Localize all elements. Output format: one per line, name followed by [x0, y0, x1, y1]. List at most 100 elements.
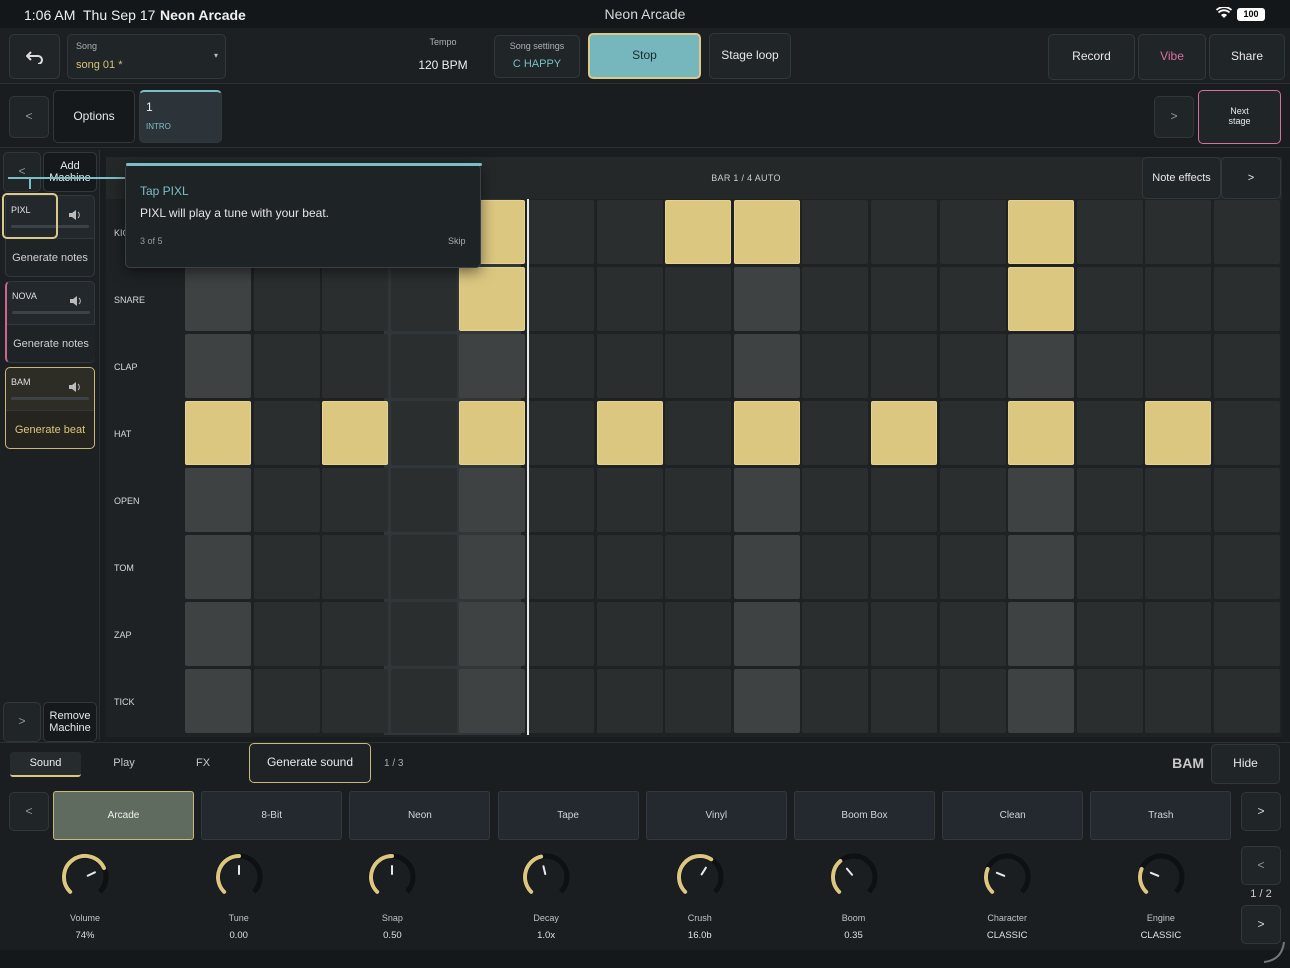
preset-trash[interactable]: Trash — [1090, 791, 1232, 840]
step-snare-14[interactable] — [1076, 267, 1143, 331]
step-snare-13[interactable] — [1008, 267, 1075, 331]
step-zap-6[interactable] — [528, 602, 594, 666]
step-tom-6[interactable] — [528, 535, 594, 599]
grid-next-button[interactable]: > — [1221, 157, 1281, 199]
step-kick-15[interactable] — [1145, 200, 1212, 264]
step-open-7[interactable] — [596, 468, 663, 532]
machine-nova[interactable]: NOVA Generate notes — [5, 281, 95, 363]
tab-play[interactable]: Play — [94, 752, 154, 777]
step-zap-4[interactable] — [390, 602, 457, 666]
preset-neon[interactable]: Neon — [349, 791, 491, 840]
step-tick-15[interactable] — [1145, 669, 1212, 733]
step-clap-3[interactable] — [322, 334, 389, 398]
speaker-icon[interactable] — [69, 294, 83, 312]
step-clap-8[interactable] — [665, 334, 732, 398]
presets-next-button[interactable]: > — [1241, 792, 1281, 831]
knob-boom[interactable] — [829, 852, 879, 902]
step-hat-11[interactable] — [871, 401, 937, 465]
step-clap-5[interactable] — [459, 334, 526, 398]
presets-prev-button[interactable]: < — [9, 792, 49, 831]
step-tick-2[interactable] — [253, 669, 320, 733]
sidebar-prev-button[interactable]: < — [3, 152, 41, 192]
step-clap-10[interactable] — [802, 334, 869, 398]
step-open-3[interactable] — [322, 468, 389, 532]
knob-snap[interactable] — [367, 852, 417, 902]
step-zap-11[interactable] — [871, 602, 937, 666]
volume-bar[interactable] — [12, 311, 90, 314]
tab-sound[interactable]: Sound — [10, 752, 81, 777]
preset-tape[interactable]: Tape — [497, 791, 639, 840]
step-clap-12[interactable] — [939, 334, 1006, 398]
step-kick-16[interactable] — [1214, 200, 1280, 264]
step-open-9[interactable] — [733, 468, 800, 532]
add-machine-button[interactable]: Add Machine — [43, 152, 97, 192]
stage-loop-button[interactable]: Stage loop — [709, 33, 791, 79]
step-hat-3[interactable] — [322, 401, 389, 465]
step-snare-2[interactable] — [253, 267, 320, 331]
sidebar-next-button[interactable]: > — [3, 702, 41, 742]
knob-crush[interactable] — [675, 852, 725, 902]
step-open-1[interactable] — [185, 468, 251, 532]
step-open-5[interactable] — [459, 468, 526, 532]
stage-prev-button[interactable]: < — [9, 96, 49, 138]
step-open-8[interactable] — [665, 468, 732, 532]
preset-vinyl[interactable]: Vinyl — [645, 791, 787, 840]
step-tom-16[interactable] — [1214, 535, 1280, 599]
step-open-10[interactable] — [802, 468, 869, 532]
step-tom-9[interactable] — [733, 535, 800, 599]
generate-beat-button[interactable]: Generate beat — [6, 410, 94, 448]
step-zap-9[interactable] — [733, 602, 800, 666]
step-kick-14[interactable] — [1076, 200, 1143, 264]
tempo-value[interactable]: 120 BPM — [403, 58, 483, 72]
note-effects-button[interactable]: Note effects — [1142, 157, 1221, 199]
step-zap-5[interactable] — [459, 602, 526, 666]
vibe-button[interactable]: Vibe — [1138, 34, 1206, 80]
step-hat-9[interactable] — [733, 401, 800, 465]
step-kick-8[interactable] — [665, 200, 732, 264]
step-tom-15[interactable] — [1145, 535, 1212, 599]
step-tom-1[interactable] — [185, 535, 251, 599]
step-tick-10[interactable] — [802, 669, 869, 733]
stop-button[interactable]: Stop — [588, 33, 701, 79]
step-tom-5[interactable] — [459, 535, 526, 599]
generate-notes-button[interactable]: Generate notes — [6, 238, 94, 276]
step-snare-8[interactable] — [665, 267, 732, 331]
preset-arcade[interactable]: Arcade — [53, 791, 194, 840]
step-clap-16[interactable] — [1214, 334, 1280, 398]
share-button[interactable]: Share — [1209, 34, 1285, 80]
step-tom-14[interactable] — [1076, 535, 1143, 599]
step-tick-12[interactable] — [939, 669, 1006, 733]
step-tom-3[interactable] — [322, 535, 389, 599]
tooltip-skip-button[interactable]: Skip — [448, 236, 466, 246]
step-snare-15[interactable] — [1145, 267, 1212, 331]
knob-tune[interactable] — [214, 852, 264, 902]
knob-character[interactable] — [982, 852, 1032, 902]
step-tick-6[interactable] — [528, 669, 594, 733]
step-clap-11[interactable] — [871, 334, 937, 398]
preset-boom-box[interactable]: Boom Box — [794, 791, 935, 840]
step-open-12[interactable] — [939, 468, 1006, 532]
step-clap-14[interactable] — [1076, 334, 1143, 398]
step-clap-7[interactable] — [596, 334, 663, 398]
tab-fx[interactable]: FX — [175, 752, 231, 777]
step-snare-9[interactable] — [733, 267, 800, 331]
step-kick-6[interactable] — [528, 200, 594, 264]
generate-sound-button[interactable]: Generate sound — [249, 743, 371, 783]
step-clap-13[interactable] — [1008, 334, 1075, 398]
step-clap-4[interactable] — [390, 334, 457, 398]
step-snare-16[interactable] — [1214, 267, 1280, 331]
step-tick-9[interactable] — [733, 669, 800, 733]
generate-notes-button[interactable]: Generate notes — [7, 324, 95, 362]
knobs-next-button[interactable]: > — [1241, 905, 1281, 944]
remove-machine-button[interactable]: Remove Machine — [43, 702, 97, 742]
step-zap-16[interactable] — [1214, 602, 1280, 666]
step-zap-13[interactable] — [1008, 602, 1075, 666]
step-zap-2[interactable] — [253, 602, 320, 666]
step-zap-15[interactable] — [1145, 602, 1212, 666]
step-tom-12[interactable] — [939, 535, 1006, 599]
step-tick-11[interactable] — [871, 669, 937, 733]
song-select[interactable]: Song song 01 * ▾ — [67, 34, 226, 79]
undo-button[interactable] — [9, 34, 60, 79]
step-tick-14[interactable] — [1076, 669, 1143, 733]
step-hat-15[interactable] — [1145, 401, 1212, 465]
